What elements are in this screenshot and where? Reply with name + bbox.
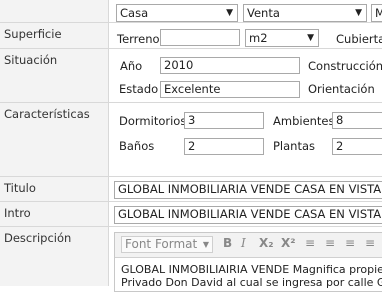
chevron-down-icon: ▼ — [355, 8, 362, 18]
estado-input[interactable]: Excelente — [160, 81, 300, 98]
ambientes-label: Ambientes — [273, 114, 335, 128]
descripcion-row: Descripción Font Format ▼ B I X₂ X² ≡ ≡ … — [0, 226, 382, 292]
plantas-input[interactable]: 2 — [332, 138, 382, 155]
operacion-value: Venta — [247, 6, 280, 20]
subscript-icon[interactable]: X₂ — [259, 236, 274, 250]
tipo-value: Casa — [120, 6, 149, 20]
estado-label: Estado — [119, 82, 159, 96]
superscript-icon[interactable]: X² — [281, 236, 296, 250]
align-right-icon[interactable]: ≡ — [345, 236, 355, 250]
cubierta-label: Cubierta — [336, 32, 382, 46]
banos-label: Baños — [119, 139, 155, 153]
superficie-label-cell: Superficie — [0, 23, 109, 49]
description-line-1: GLOBAL INMOBILIAIRIA VENDE Magnifica pro… — [121, 263, 382, 276]
top-select-row: Casa ▼ Venta ▼ M — [0, 0, 382, 22]
descripcion-label: Descripción — [4, 231, 72, 245]
editor-container: Font Format ▼ B I X₂ X² ≡ ≡ ≡ ≡ GLOBAL I… — [114, 232, 382, 292]
chevron-down-icon: ▼ — [307, 33, 314, 43]
situacion-row: Situación Año 2010 Construcción Estado E… — [0, 48, 382, 103]
align-justify-icon[interactable]: ≡ — [365, 236, 375, 250]
caracteristicas-label-cell: Características — [0, 103, 109, 177]
construccion-label: Construcción — [308, 59, 382, 73]
intro-row: Intro GLOBAL INMOBILIARIA VENDE CASA EN … — [0, 201, 382, 227]
description-line-2: Privado Don David al cual se ingresa por… — [121, 276, 382, 289]
caracteristicas-label: Características — [4, 107, 90, 121]
tipo-select[interactable]: Casa ▼ — [116, 4, 238, 22]
align-center-icon[interactable]: ≡ — [325, 236, 335, 250]
unit-select[interactable]: m2 ▼ — [245, 29, 319, 47]
editor-body[interactable]: GLOBAL INMOBILIAIRIA VENDE Magnifica pro… — [121, 263, 382, 289]
situacion-label-cell: Situación — [0, 49, 109, 103]
superficie-row: Superficie Terreno m2 ▼ Cubierta — [0, 22, 382, 49]
intro-label-cell: Intro — [0, 202, 109, 227]
editor-toolbar: Font Format ▼ B I X₂ X² ≡ ≡ ≡ ≡ — [115, 233, 382, 258]
ambientes-input[interactable]: 8 — [332, 112, 382, 129]
orientacion-label: Orientación — [308, 82, 375, 96]
descripcion-label-cell: Descripción — [0, 227, 109, 286]
anio-input[interactable]: 2010 — [160, 57, 300, 74]
unit-value: m2 — [249, 31, 268, 45]
top-label-cell — [0, 0, 109, 22]
titulo-row: Titulo GLOBAL INMOBILIARIA VENDE CASA EN… — [0, 176, 382, 202]
titulo-input[interactable]: GLOBAL INMOBILIARIA VENDE CASA EN VISTAL… — [114, 181, 382, 199]
dormitorios-label: Dormitorios — [119, 114, 187, 128]
intro-input[interactable]: GLOBAL INMOBILIARIA VENDE CASA EN VISTAL… — [114, 206, 382, 224]
anio-label: Año — [120, 59, 143, 73]
plantas-label: Plantas — [273, 139, 316, 153]
terreno-input[interactable] — [160, 29, 240, 46]
align-left-icon[interactable]: ≡ — [305, 236, 315, 250]
titulo-label: Titulo — [4, 181, 36, 195]
banos-input[interactable]: 2 — [184, 138, 264, 155]
extra-value: M — [375, 6, 382, 20]
dormitorios-input[interactable]: 3 — [184, 112, 264, 129]
caracteristicas-row: Características Dormitorios 3 Ambientes … — [0, 102, 382, 177]
situacion-label: Situación — [4, 53, 58, 67]
italic-icon[interactable]: I — [241, 236, 246, 250]
chevron-down-icon: ▼ — [202, 240, 209, 249]
font-format-label: Font Format — [125, 237, 198, 251]
terreno-label: Terreno — [117, 32, 160, 46]
titulo-label-cell: Titulo — [0, 177, 109, 202]
bold-icon[interactable]: B — [223, 236, 232, 250]
intro-label: Intro — [4, 206, 31, 220]
font-format-select[interactable]: Font Format ▼ — [121, 236, 213, 253]
chevron-down-icon: ▼ — [226, 8, 233, 18]
operacion-select[interactable]: Venta ▼ — [243, 4, 367, 22]
extra-select[interactable]: M — [371, 4, 382, 22]
superficie-label: Superficie — [4, 27, 62, 41]
